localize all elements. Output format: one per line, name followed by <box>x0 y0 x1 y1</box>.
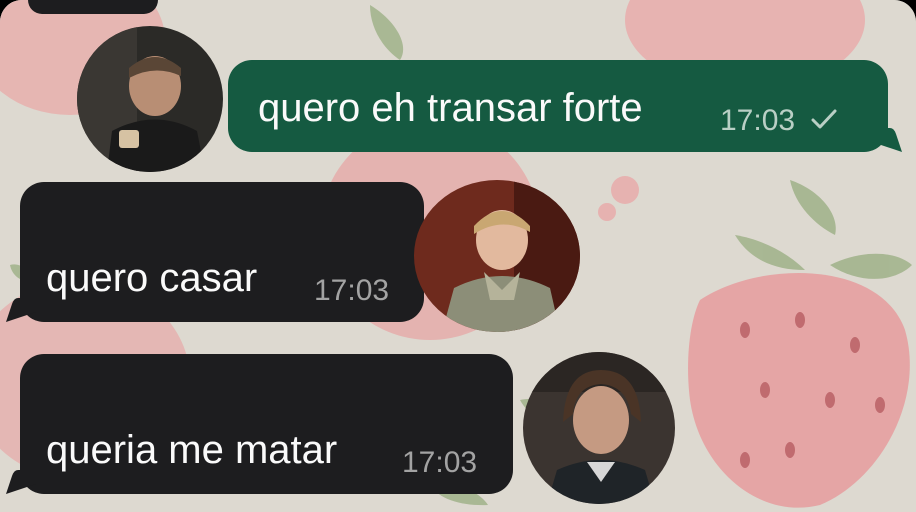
message-time: 17:03 <box>314 274 390 307</box>
chat-screen: quero eh transar forte 17:03 quero casar… <box>0 0 916 512</box>
bubble-tail <box>872 128 902 152</box>
avatar-2[interactable] <box>414 180 580 332</box>
message-text: quero casar <box>46 256 258 300</box>
avatar-1[interactable] <box>77 26 223 172</box>
bubble-tail <box>6 298 36 322</box>
bubble-tail <box>6 470 36 494</box>
message-time: 17:03 <box>402 446 478 479</box>
message-bubble-outgoing[interactable]: quero eh transar forte 17:03 <box>228 60 888 152</box>
message-text: quero eh transar forte <box>258 86 643 130</box>
partial-message-bubble[interactable] <box>28 0 158 14</box>
message-time: 17:03 <box>720 104 796 137</box>
avatar-3[interactable] <box>523 352 675 504</box>
message-text: queria me matar <box>46 428 338 472</box>
single-check-icon <box>811 109 837 129</box>
message-bubble-incoming[interactable]: quero casar 17:03 <box>20 182 424 322</box>
message-bubble-incoming[interactable]: queria me matar 17:03 <box>20 354 513 494</box>
